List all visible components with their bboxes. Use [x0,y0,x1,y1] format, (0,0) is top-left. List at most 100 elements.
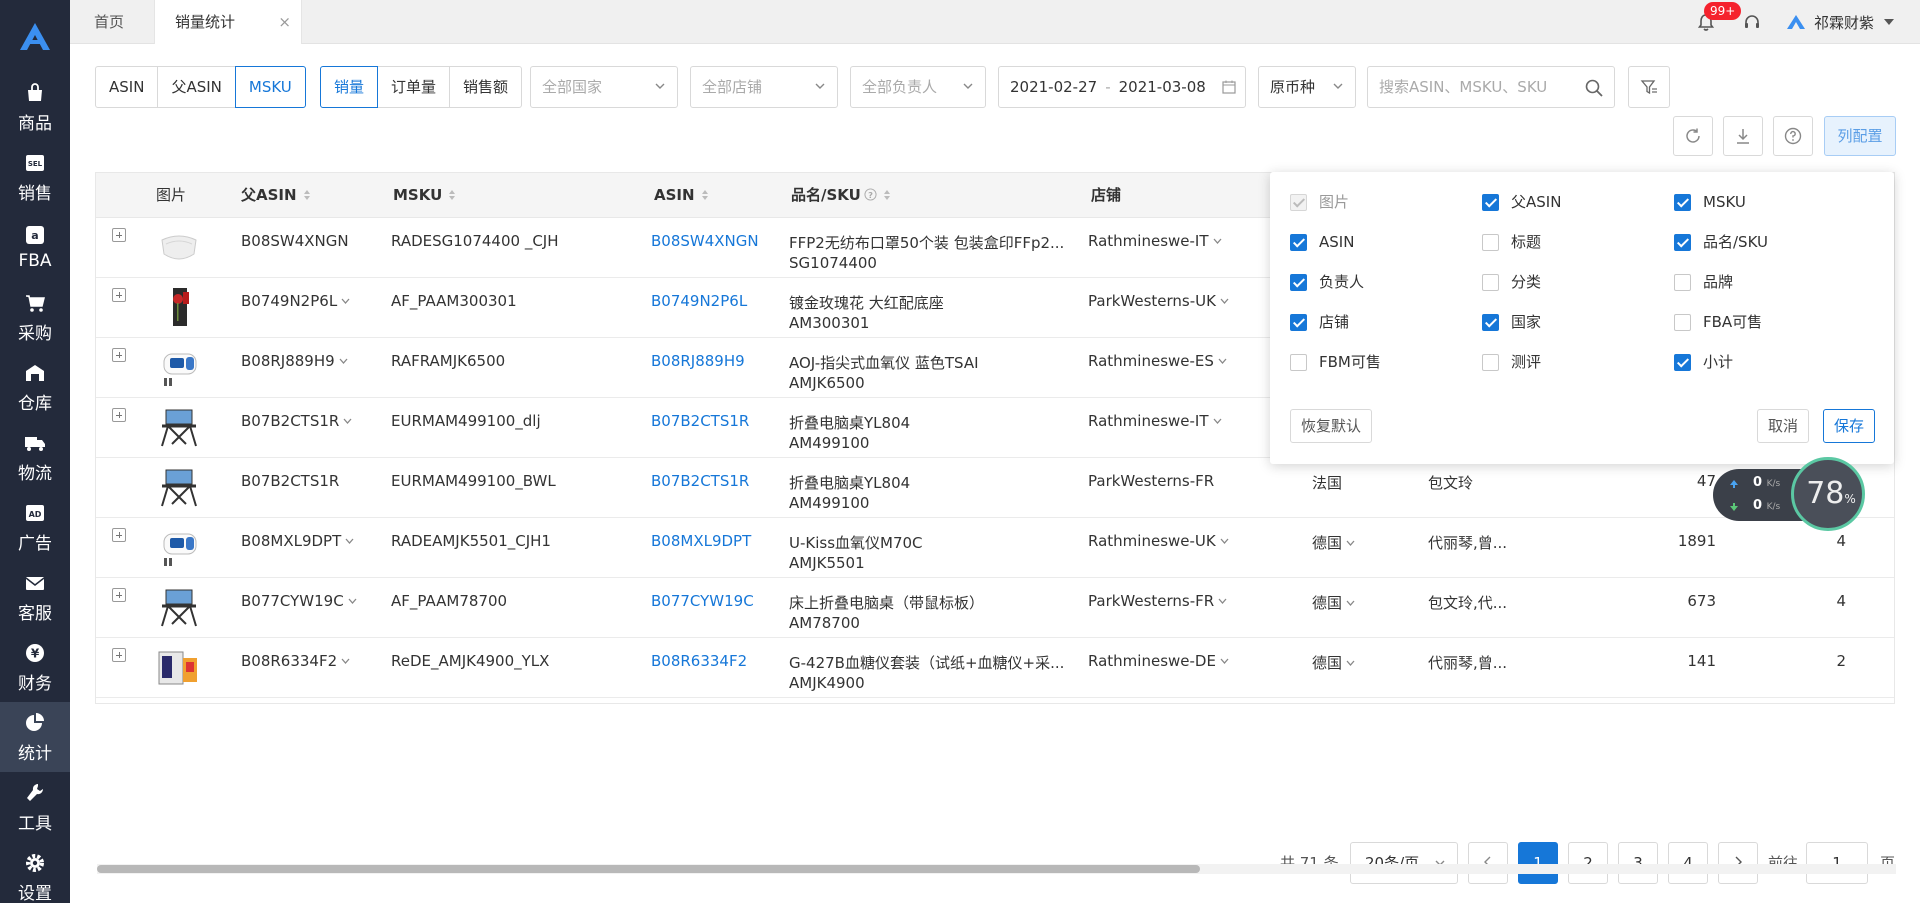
parent-asin-cell[interactable]: B08SW4XNGN [241,232,349,250]
reset-default-button[interactable]: 恢复默认 [1290,409,1373,443]
expand-row-button[interactable] [112,648,126,662]
cancel-button[interactable]: 取消 [1757,409,1810,443]
sidebar-item-yen[interactable]: ¥ 财务 [0,632,70,702]
country-cell[interactable]: 德国 [1312,652,1355,673]
shop-cell[interactable]: ParkWesterns-FR [1088,592,1227,610]
checkbox[interactable] [1290,233,1307,251]
asin-link[interactable]: B07B2CTS1R [651,412,749,430]
country-cell[interactable]: 德国 [1312,532,1355,553]
asin-link[interactable]: B0749N2P6L [651,292,747,310]
metric-option-0[interactable]: 销量 [320,66,379,108]
shop-cell[interactable]: Rathmineswe-IT [1088,232,1222,250]
product-image[interactable] [156,344,202,390]
user-menu[interactable]: 祁霖财紫 [1786,12,1894,33]
asin-link[interactable]: B08RJ889H9 [651,352,745,370]
column-option[interactable]: 标题 [1482,232,1541,252]
header-name-sku[interactable]: 品名/SKU? [791,173,891,218]
column-option[interactable]: MSKU [1674,192,1746,212]
prev-page-button[interactable] [1468,842,1508,884]
search-input[interactable]: 搜索ASIN、MSKU、SKU [1367,66,1615,108]
column-config-button[interactable]: 列配置 [1824,116,1896,156]
headset-icon[interactable] [1742,12,1762,32]
checkbox[interactable] [1674,193,1691,211]
sidebar-item-gear[interactable]: 设置 [0,842,70,903]
parent-asin-cell[interactable]: B0749N2P6L [241,292,350,310]
page-3-button[interactable]: 3 [1618,842,1658,884]
sidebar-item-amazon[interactable]: a FBA [0,212,70,282]
sidebar-item-cart[interactable]: 采购 [0,282,70,352]
filter-button[interactable] [1628,66,1670,108]
column-option[interactable]: 品名/SKU [1674,232,1768,252]
shop-cell[interactable]: Rathmineswe-UK [1088,532,1229,550]
product-image[interactable] [156,404,202,450]
metric-option-1[interactable]: 订单量 [377,66,451,108]
checkbox[interactable] [1482,233,1499,251]
column-option[interactable]: 小计 [1674,352,1733,372]
column-option[interactable]: ASIN [1290,232,1354,252]
sidebar-item-sell[interactable]: SEL 销售 [0,142,70,212]
table-row[interactable]: B077CYW19C AF_PAAM78700 B077CYW19C 床上折叠电脑桌（… [96,578,1894,638]
parent-asin-cell[interactable]: B08RJ889H9 [241,352,348,370]
sidebar-item-mail[interactable]: 客服 [0,562,70,632]
checkbox[interactable] [1482,193,1499,211]
header-parent-asin[interactable]: 父ASIN [241,173,311,218]
tab-sales-stats[interactable]: 销量统计 × [154,0,302,44]
column-option[interactable]: 店铺 [1290,312,1349,332]
sidebar-item-wrench[interactable]: 工具 [0,772,70,842]
asin-link[interactable]: B08SW4XNGN [651,232,759,250]
notification-button[interactable]: 99+ [1696,2,1742,32]
sidebar-item-ad[interactable]: AD 广告 [0,492,70,562]
table-row[interactable]: B08R6334F2 ReDE_AMJK4900_YLX B08R6334F2 G-4… [96,638,1894,698]
asin-link[interactable]: B08R6334F2 [651,652,747,670]
page-4-button[interactable]: 4 [1668,842,1708,884]
checkbox[interactable] [1482,353,1499,371]
product-image[interactable] [156,464,202,510]
column-option[interactable]: FBA可售 [1674,312,1762,332]
date-range-picker[interactable]: 2021-02-27-2021-03-08 [998,66,1246,108]
shop-select[interactable]: 全部店铺 [690,66,838,108]
parent-asin-cell[interactable]: B07B2CTS1R [241,412,352,430]
sidebar-item-pie-chart[interactable]: 统计 [0,702,70,772]
expand-row-button[interactable] [112,348,126,362]
country-cell[interactable]: 德国 [1312,592,1355,613]
sidebar-item-warehouse[interactable]: 仓库 [0,352,70,422]
country-select[interactable]: 全部国家 [530,66,678,108]
column-option[interactable]: FBM可售 [1290,352,1381,372]
goto-page-input[interactable]: 1 [1806,842,1868,884]
expand-row-button[interactable] [112,408,126,422]
page-1-button[interactable]: 1 [1518,842,1558,884]
download-button[interactable] [1723,116,1763,156]
metric-option-2[interactable]: 销售额 [449,66,523,108]
asin-link[interactable]: B07B2CTS1R [651,472,749,490]
product-image[interactable] [156,524,202,570]
checkbox[interactable] [1674,273,1691,291]
table-row[interactable]: B08MXL9DPT RADEAMJK5501_CJH1 B08MXL9DPT U-K… [96,518,1894,578]
id-type-option-1[interactable]: 父ASIN [157,66,236,108]
column-option[interactable]: 负责人 [1290,272,1364,292]
scrollbar-thumb[interactable] [97,865,1200,873]
expand-row-button[interactable] [112,288,126,302]
parent-asin-cell[interactable]: B08MXL9DPT [241,532,354,550]
asin-link[interactable]: B077CYW19C [651,592,754,610]
shop-cell[interactable]: Rathmineswe-DE [1088,652,1229,670]
sidebar-item-truck[interactable]: 物流 [0,422,70,492]
page-size-select[interactable]: 20条/页 [1350,842,1458,884]
product-image[interactable] [156,584,202,630]
country-cell[interactable]: 法国 [1312,472,1342,493]
shop-cell[interactable]: Rathmineswe-IT [1088,412,1222,430]
app-logo[interactable] [0,0,70,72]
owner-select[interactable]: 全部负责人 [850,66,986,108]
id-type-option-0[interactable]: ASIN [95,66,159,108]
shop-cell[interactable]: ParkWesterns-FR [1088,472,1214,490]
checkbox[interactable] [1290,353,1307,371]
parent-asin-cell[interactable]: B08R6334F2 [241,652,350,670]
page-2-button[interactable]: 2 [1568,842,1608,884]
column-option[interactable]: 测评 [1482,352,1541,372]
header-asin[interactable]: ASIN [654,173,709,218]
checkbox[interactable] [1482,313,1499,331]
shop-cell[interactable]: ParkWesterns-UK [1088,292,1229,310]
next-page-button[interactable] [1718,842,1758,884]
column-option[interactable]: 国家 [1482,312,1541,332]
currency-select[interactable]: 原币种 [1258,66,1356,108]
asin-link[interactable]: B08MXL9DPT [651,532,751,550]
